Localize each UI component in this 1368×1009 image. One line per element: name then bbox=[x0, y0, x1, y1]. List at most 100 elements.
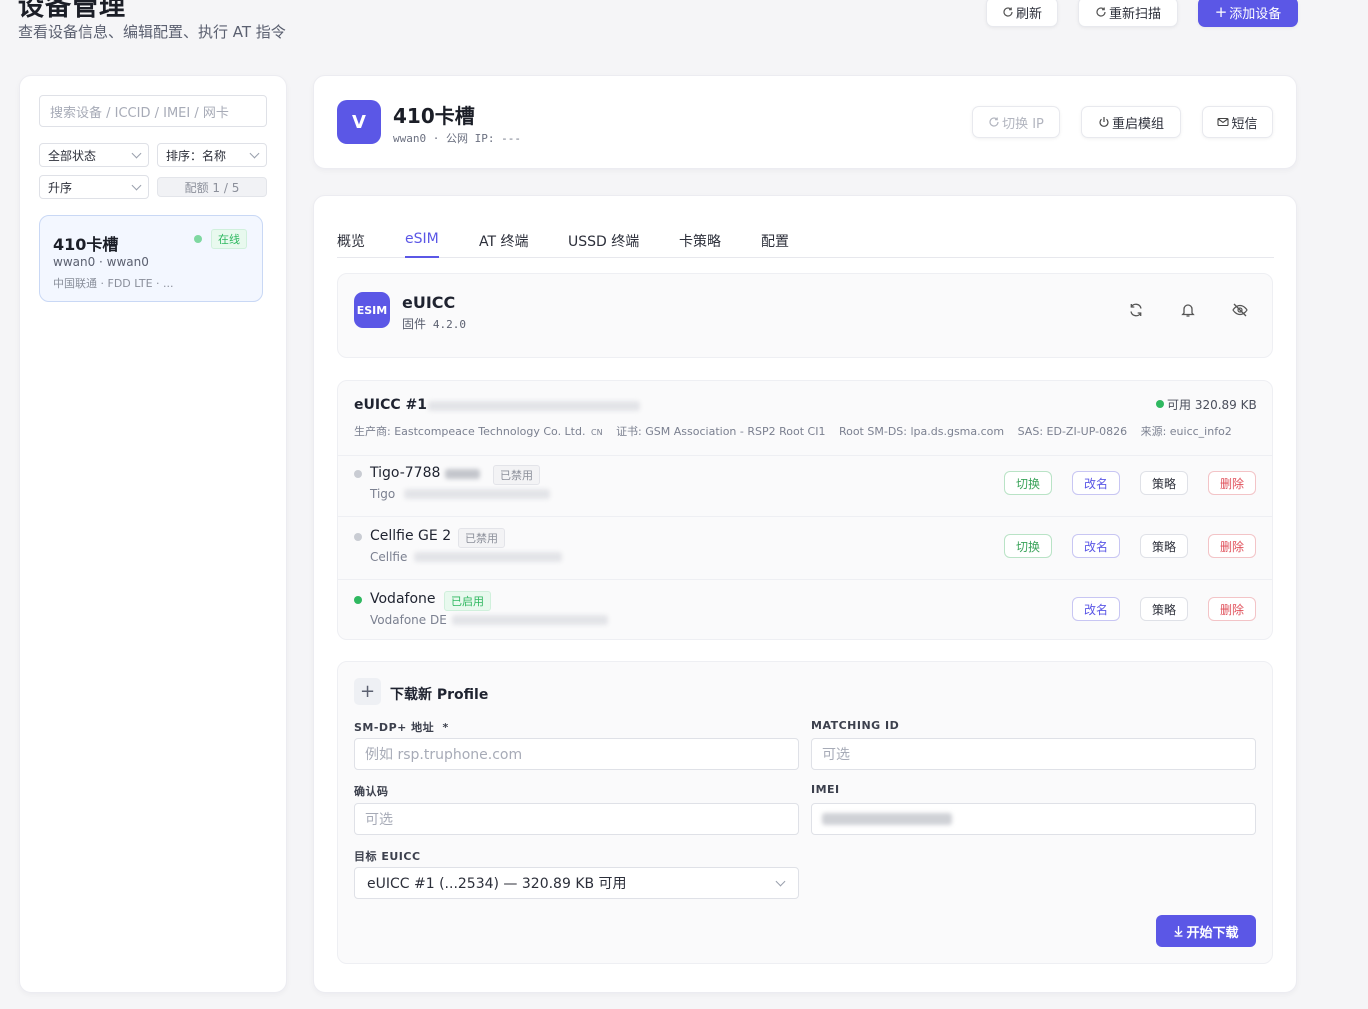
refresh-label: 刷新 bbox=[1015, 6, 1042, 22]
refresh-icon bbox=[1096, 7, 1106, 17]
matching-placeholder: 可选 bbox=[822, 747, 850, 763]
profile-iccid-redacted bbox=[452, 615, 608, 625]
profile-status-badge: 已禁用 bbox=[458, 528, 505, 548]
euicc-eid-redacted bbox=[428, 401, 640, 411]
certificate: 证书: GSM Association - RSP2 Root CI1 bbox=[616, 425, 826, 438]
plus-icon: + bbox=[1214, 2, 1228, 21]
tab-active-indicator bbox=[405, 256, 439, 258]
delete-profile-button[interactable]: 删除 bbox=[1208, 534, 1256, 558]
bell-icon[interactable] bbox=[1179, 301, 1197, 319]
order-value: 升序 bbox=[48, 180, 73, 195]
tab-config[interactable]: 配置 bbox=[761, 231, 789, 251]
restart-label: 重启模组 bbox=[1111, 116, 1164, 132]
search-placeholder: 搜索设备 / ICCID / IMEI / 网卡 bbox=[50, 105, 229, 121]
power-icon bbox=[1099, 117, 1109, 127]
start-download-button[interactable]: 开始下载 bbox=[1156, 915, 1256, 947]
eye-off-icon[interactable] bbox=[1231, 301, 1249, 319]
sas: SAS: ED-ZI-UP-0826 bbox=[1017, 425, 1128, 438]
tab-overview[interactable]: 概览 bbox=[337, 231, 365, 251]
chevron-down-icon bbox=[249, 148, 260, 158]
search-input[interactable]: 搜索设备 / ICCID / IMEI / 网卡 bbox=[39, 95, 267, 127]
rename-profile-button[interactable]: 改名 bbox=[1072, 597, 1120, 621]
profile-provider: Vodafone DE bbox=[370, 613, 447, 627]
profile-status-dot bbox=[354, 596, 362, 604]
smdp-label-text: SM-DP+ 地址 bbox=[354, 721, 435, 734]
chevron-down-icon bbox=[131, 180, 142, 190]
tab-card-policy[interactable]: 卡策略 bbox=[679, 231, 721, 251]
rename-profile-button[interactable]: 改名 bbox=[1072, 534, 1120, 558]
profile-status-dot bbox=[354, 533, 362, 541]
refresh-button[interactable]: 刷新 bbox=[986, 0, 1058, 27]
switch-ip-button[interactable]: 切换 IP bbox=[972, 106, 1060, 138]
add-device-button[interactable]: + 添加设备 bbox=[1198, 0, 1298, 27]
profile-iccid-redacted bbox=[414, 552, 562, 562]
profile-name: Cellfie GE 2 bbox=[370, 528, 452, 544]
sms-button[interactable]: 短信 bbox=[1202, 106, 1273, 138]
status-filter-select[interactable]: 全部状态 bbox=[39, 143, 149, 167]
device-meta: wwan0 · 公网 IP: --- bbox=[393, 132, 521, 145]
target-euicc-label: 目标 EUICC bbox=[354, 850, 421, 863]
chevron-down-icon bbox=[775, 876, 786, 886]
profile-name: Vodafone bbox=[370, 591, 436, 607]
sync-icon[interactable] bbox=[1127, 301, 1145, 319]
euicc-card-title: eUICC bbox=[402, 293, 456, 312]
plus-icon: + bbox=[354, 678, 381, 705]
sort-select[interactable]: 排序：名称 bbox=[157, 143, 267, 167]
smdp-placeholder: 例如 rsp.truphone.com bbox=[365, 747, 523, 763]
tab-esim[interactable]: eSIM bbox=[405, 231, 439, 247]
euicc-details: 生产商: Eastcompeace Technology Co. Ltd. CN… bbox=[354, 423, 1232, 439]
restart-module-button[interactable]: 重启模组 bbox=[1081, 106, 1181, 138]
euicc-available: 可用 320.89 KB bbox=[1167, 398, 1257, 412]
download-title: 下载新 Profile bbox=[390, 687, 489, 703]
imei-redacted bbox=[822, 813, 952, 825]
matching-id-input[interactable]: 可选 bbox=[811, 738, 1256, 770]
device-list-panel bbox=[19, 75, 287, 993]
profile-status-dot bbox=[354, 470, 362, 478]
source: 来源: euicc_info2 bbox=[1140, 425, 1232, 438]
confirm-code-input[interactable]: 可选 bbox=[354, 803, 799, 835]
order-select[interactable]: 升序 bbox=[39, 175, 149, 199]
add-device-label: 添加设备 bbox=[1229, 6, 1282, 22]
profile-name: Tigo-7788 bbox=[370, 465, 441, 481]
target-euicc-select[interactable]: eUICC #1 (...2534) — 320.89 KB 可用 bbox=[354, 867, 799, 899]
row-divider bbox=[337, 455, 1273, 456]
country-code: CN bbox=[590, 428, 603, 437]
status-filter-value: 全部状态 bbox=[48, 148, 97, 163]
page-subtitle: 查看设备信息、编辑配置、执行 AT 指令 bbox=[18, 23, 286, 41]
delete-profile-button[interactable]: 删除 bbox=[1208, 597, 1256, 621]
profile-name-redacted bbox=[445, 469, 480, 479]
delete-profile-button[interactable]: 删除 bbox=[1208, 471, 1256, 495]
profile-provider: Cellfie bbox=[370, 550, 408, 564]
refresh-icon bbox=[989, 117, 999, 127]
switch-profile-button[interactable]: 切换 bbox=[1004, 471, 1052, 495]
matching-id-label: MATCHING ID bbox=[811, 719, 900, 732]
device-list-item[interactable]: 410卡槽 在线 wwan0 · wwan0 中国联通 · FDD LTE · … bbox=[39, 215, 263, 302]
firmware-info: 固件 4.2.0 bbox=[402, 315, 466, 332]
status-badge: 在线 bbox=[211, 229, 247, 249]
confirm-placeholder: 可选 bbox=[365, 812, 393, 828]
chevron-down-icon bbox=[131, 148, 142, 158]
rename-profile-button[interactable]: 改名 bbox=[1072, 471, 1120, 495]
tab-ussd-terminal[interactable]: USSD 终端 bbox=[568, 231, 639, 251]
tab-divider bbox=[337, 257, 1274, 258]
rescan-button[interactable]: 重新扫描 bbox=[1078, 0, 1178, 27]
policy-profile-button[interactable]: 策略 bbox=[1140, 597, 1188, 621]
imei-label: IMEI bbox=[811, 783, 840, 796]
profile-status-badge: 已禁用 bbox=[493, 465, 540, 485]
page-title: 设备管理 bbox=[18, 0, 127, 22]
imei-input[interactable] bbox=[811, 803, 1256, 835]
profile-iccid-redacted bbox=[404, 489, 550, 499]
mail-icon bbox=[1217, 117, 1230, 127]
firmware-label: 固件 bbox=[402, 317, 427, 331]
row-divider bbox=[337, 579, 1273, 580]
policy-profile-button[interactable]: 策略 bbox=[1140, 471, 1188, 495]
sms-label: 短信 bbox=[1231, 116, 1258, 132]
tab-at-terminal[interactable]: AT 终端 bbox=[479, 231, 529, 251]
switch-ip-label: 切换 IP bbox=[1002, 116, 1044, 132]
required-marker: * bbox=[442, 721, 449, 734]
smdp-address-input[interactable]: 例如 rsp.truphone.com bbox=[354, 738, 799, 770]
policy-profile-button[interactable]: 策略 bbox=[1140, 534, 1188, 558]
euicc-title: eUICC #1 bbox=[354, 397, 427, 413]
root-smds: Root SM-DS: lpa.ds.gsma.com bbox=[838, 425, 1005, 438]
switch-profile-button[interactable]: 切换 bbox=[1004, 534, 1052, 558]
